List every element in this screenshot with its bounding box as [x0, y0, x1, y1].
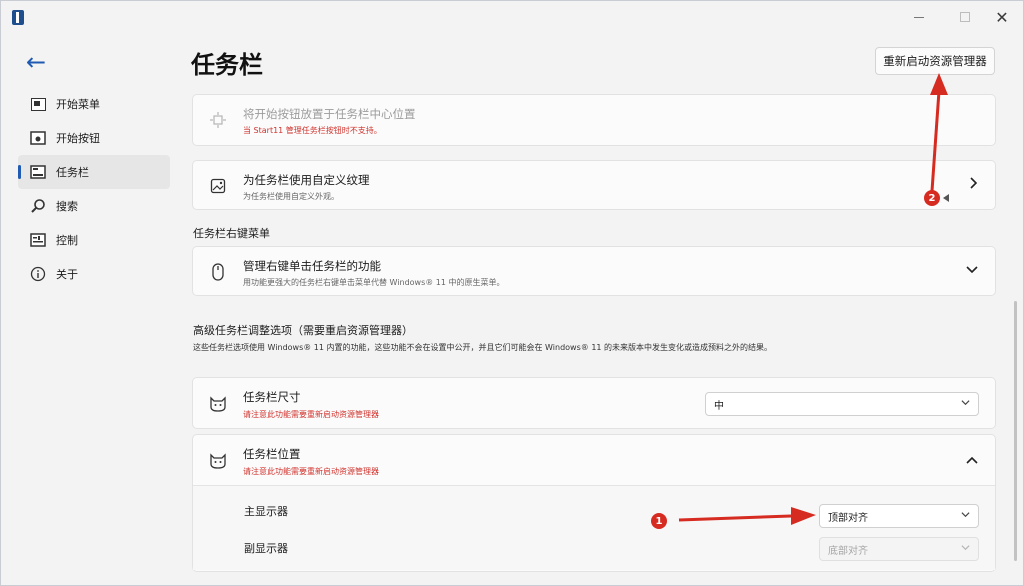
annotation-arrow-1	[678, 514, 792, 522]
annotation-arrowhead-2	[930, 73, 948, 95]
annotation-arrowhead-1	[791, 507, 816, 525]
annotation-badge-1: 1	[651, 513, 667, 529]
settings-window: ✕ ← 开始菜单 开始按钮 任务栏 搜索 控制 关于 任务栏 重新启动资源管理器…	[0, 0, 1024, 586]
caret-left-icon	[943, 194, 949, 202]
annotation-badge-2: 2	[924, 190, 940, 206]
annotation-arrows	[678, 73, 949, 525]
annotation-arrow-2	[930, 90, 941, 192]
